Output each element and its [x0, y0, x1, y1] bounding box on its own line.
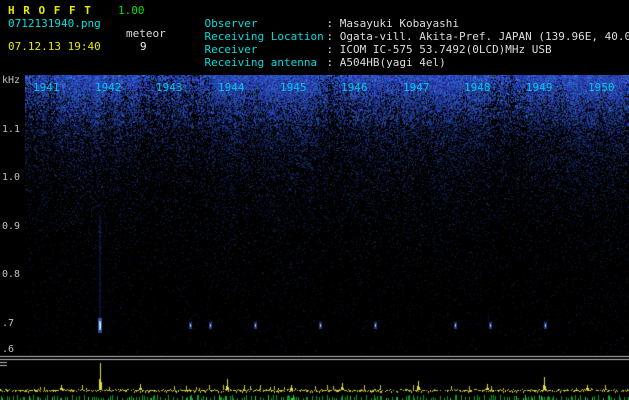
freq-tick-1_0: 1.0 — [2, 172, 21, 183]
freq-tick-0_6: .6 — [2, 344, 15, 355]
hrofft-output-image: H R O F F T 1.00 0712131940.png meteor 9… — [0, 0, 629, 400]
time-tick-1942: 1942 — [95, 81, 122, 94]
time-tick-1949: 1949 — [526, 81, 553, 94]
freq-tick-0_7: .7 — [2, 318, 15, 329]
info-row-observer: Observer: Masayuki Kobayashi — [178, 4, 459, 30]
time-tick-1941: 1941 — [33, 81, 60, 94]
observation-timestamp: 07.12.13 19:40 — [8, 40, 101, 53]
freq-tick-0_9: 0.9 — [2, 221, 21, 232]
info-value-antenna: : A504HB(yagi 4el) — [326, 56, 446, 69]
info-label-antenna: Receiving antenna — [204, 56, 318, 69]
time-tick-1945: 1945 — [280, 81, 307, 94]
info-row-receiver: Receiver: ICOM IC-575 53.7492(0LCD)MHz U… — [178, 30, 552, 56]
meteor-count: 9 — [140, 40, 147, 53]
freq-axis-unit: kHz — [2, 75, 21, 86]
time-tick-1944: 1944 — [218, 81, 245, 94]
info-row-antenna: Receiving antenna : A504HB(yagi 4el) — [178, 43, 446, 69]
info-row-location: Receiving Location: Ogata-vill. Akita-Pr… — [178, 17, 629, 43]
time-tick-1948: 1948 — [464, 81, 491, 94]
spectrogram-canvas — [25, 75, 629, 354]
app-version: 1.00 — [118, 4, 145, 17]
level-plot-canvas — [0, 354, 629, 400]
freq-tick-1_1: 1.1 — [2, 124, 21, 135]
meteor-counter-label: meteor — [126, 27, 166, 40]
time-tick-1950: 1950 — [588, 81, 615, 94]
time-tick-1946: 1946 — [341, 81, 368, 94]
time-tick-1943: 1943 — [156, 81, 183, 94]
time-tick-1947: 1947 — [403, 81, 430, 94]
app-title: H R O F F T — [8, 4, 92, 17]
output-filename: 0712131940.png — [8, 17, 101, 30]
freq-tick-0_8: 0.8 — [2, 269, 21, 280]
